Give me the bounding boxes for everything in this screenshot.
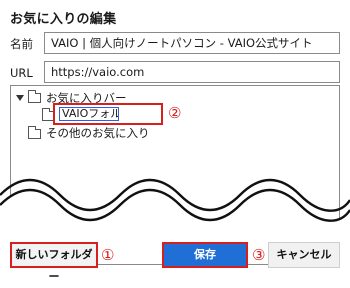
wave-divider (0, 178, 350, 250)
folder-icon (28, 90, 41, 103)
expand-arrow-icon[interactable] (16, 95, 24, 101)
name-input[interactable]: VAIO | 個人向けノートパソコン - VAIO公式サイト (44, 32, 340, 54)
save-button[interactable]: 保存 (162, 242, 248, 268)
url-label: URL (10, 66, 33, 80)
url-input[interactable]: https://vaio.com (44, 61, 340, 83)
tree-item-other-favorites[interactable]: その他のお気に入り (46, 125, 150, 141)
cancel-button[interactable]: キャンセル (268, 242, 340, 268)
name-label: 名前 (10, 37, 33, 51)
callout-three: ③ (252, 246, 266, 264)
rename-highlight: VAIOフォルダ (53, 103, 163, 125)
callout-one: ① (101, 246, 115, 264)
new-folder-button[interactable]: 新しいフォルダー (10, 242, 98, 283)
folder-name-input[interactable]: VAIOフォルダ (59, 107, 119, 121)
callout-two: ② (168, 104, 182, 122)
folder-icon (28, 126, 41, 139)
dialog-title: お気に入りの編集 (10, 12, 117, 27)
